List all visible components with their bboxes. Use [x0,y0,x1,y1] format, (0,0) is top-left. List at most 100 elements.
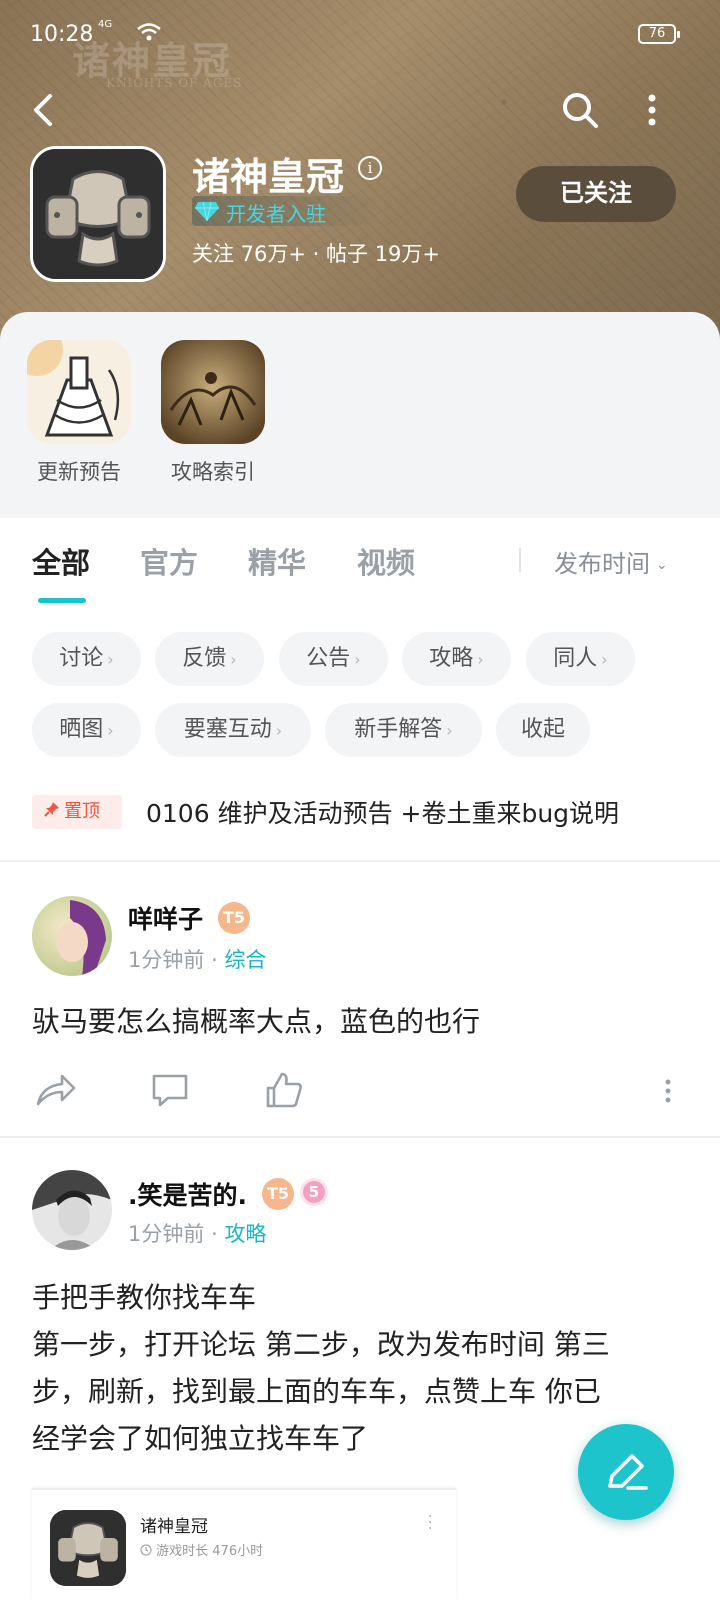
quick-entry-label: 攻略索引 [171,460,255,484]
post-body: 驮马要怎么搞概率大点，蓝色的也行 [32,1005,481,1038]
avatar[interactable] [32,896,112,976]
embedded-image[interactable]: 诸神皇冠 游戏时长 476小时 · · · [32,1488,456,1600]
chip-label: 攻略 [429,646,474,671]
info-icon[interactable]: i [358,156,382,180]
chip-discussion[interactable]: 讨论 › [32,632,141,686]
pinned-badge: 置顶 [32,795,122,829]
comment-icon[interactable] [148,1068,192,1112]
back-arrow-icon[interactable] [28,88,64,132]
meta-separator: · [211,1222,218,1246]
active-tab-indicator [38,598,86,603]
clock-icon [140,1544,152,1556]
post-time: 1分钟前 [128,1222,205,1246]
chip-screenshots[interactable]: 晒图 › [32,703,141,757]
search-icon[interactable] [558,88,602,132]
post-card[interactable]: 咩咩子 T5 1分钟前 · 综合 驮马要怎么搞概率大点，蓝色的也行 [0,864,720,1136]
feed-tabs: 全部 官方 精华 视频 发布时间 ⌄ [0,518,720,608]
game-icon [50,1510,126,1586]
pin-icon [44,802,59,817]
post-body: 手把手教你找车车 第一步，打开论坛 第二步，改为发布时间 第三 步，刷新，找到最… [32,1274,682,1462]
more-vertical-icon[interactable] [660,1068,676,1112]
chevron-right-icon: › [601,650,608,669]
share-icon[interactable] [34,1068,78,1112]
quick-entries: 更新预告 攻略索引 [0,312,720,518]
developer-badge-label: 开发者入驻 [226,202,326,226]
embed-playtime: 游戏时长 476小时 [140,1540,263,1559]
level-badge: T5 [262,1178,294,1210]
quick-entry-guide-index[interactable]: 攻略索引 [158,340,268,486]
sort-dropdown[interactable]: 发布时间 ⌄ [554,544,668,579]
sort-label: 发布时间 [554,550,650,578]
chevron-right-icon: › [230,650,237,669]
pinned-badge-label: 置顶 [64,801,100,822]
chip-feedback[interactable]: 反馈 › [155,632,264,686]
chip-collapse[interactable]: 收起 [496,703,590,757]
more-vertical-icon[interactable] [636,88,668,132]
chip-label: 公告 [306,646,351,671]
honor-badge: 5 [300,1178,328,1206]
status-time: 10:28 [30,22,94,47]
chevron-down-icon: ⌄ [656,557,668,573]
game-title: 诸神皇冠 [192,155,345,199]
follow-post-stats: 关注 76万+ · 帖子 19万+ [192,242,441,266]
tab-official[interactable]: 官方 [140,540,198,582]
pinned-title: 0106 维护及活动预告 +卷土重来bug说明 [146,799,620,828]
tab-all[interactable]: 全部 [32,540,90,582]
status-bar: 10:28 4G 76 [0,0,720,70]
game-header: 诸神皇冠 KNIGHTS OF AGES 10:28 4G 76 诸神皇冠 i … [0,0,720,340]
meta-separator: · [211,948,218,972]
chip-guide[interactable]: 攻略 › [402,632,511,686]
chip-label: 要塞互动 [183,717,272,742]
quick-entry-update-preview[interactable]: 更新预告 [24,340,134,486]
post-body-line: 第一步，打开论坛 第二步，改为发布时间 第三 [32,1328,610,1361]
post-time: 1分钟前 [128,948,205,972]
post-meta: 1分钟前 · 攻略 [128,1218,266,1248]
update-preview-thumbnail [27,340,131,444]
battery-level: 76 [648,26,666,41]
chip-fanwork[interactable]: 同人 › [526,632,635,686]
chip-newbie-qa[interactable]: 新手解答 › [325,703,482,757]
developer-badge[interactable]: 开发者入驻 [192,196,380,226]
chip-label: 反馈 [182,646,227,671]
chip-announcement[interactable]: 公告 › [279,632,388,686]
post-category[interactable]: 综合 [224,948,266,972]
chevron-right-icon: › [446,721,453,740]
chevron-right-icon: › [477,650,484,669]
chevron-right-icon: › [107,721,114,740]
chip-fortress-interaction[interactable]: 要塞互动 › [155,703,311,757]
like-icon[interactable] [262,1068,306,1112]
tab-divider [519,548,521,572]
pinned-post[interactable]: 置顶 0106 维护及活动预告 +卷土重来bug说明 [0,786,720,862]
chip-label: 收起 [520,717,565,742]
armor-icon [33,149,163,279]
embed-game-name: 诸神皇冠 [140,1517,208,1537]
post-category[interactable]: 攻略 [224,1222,266,1246]
avatar[interactable] [32,1170,112,1250]
chip-label: 同人 [553,646,598,671]
chip-label: 新手解答 [354,717,443,742]
post-body-line: 手把手教你找车车 [32,1281,257,1314]
tab-featured[interactable]: 精华 [248,540,306,582]
embed-playtime-text: 游戏时长 476小时 [156,1544,264,1559]
quick-entry-label: 更新预告 [37,460,121,484]
post-meta: 1分钟前 · 综合 [128,944,266,974]
compose-button[interactable] [578,1424,674,1520]
diamond-icon [195,201,219,222]
tab-video[interactable]: 视频 [357,540,415,582]
level-badge: T5 [218,902,250,934]
chip-label: 讨论 [59,646,104,671]
post-body-line: 步，刷新，找到最上面的车车，点赞上车 你已 [32,1375,601,1408]
chevron-right-icon: › [354,650,361,669]
chevron-right-icon: › [275,721,283,740]
chip-label: 晒图 [59,717,104,742]
pen-icon [608,1454,648,1490]
guide-index-thumbnail [161,340,265,444]
post-divider [0,1136,720,1138]
game-icon[interactable] [30,146,166,282]
username[interactable]: .笑是苦的. [128,1176,247,1212]
username[interactable]: 咩咩子 [128,900,203,936]
network-indicator: 4G [98,19,113,30]
follow-button[interactable]: 已关注 [516,166,676,222]
battery-icon: 76 [638,24,680,44]
more-vertical-icon: · · · [428,1509,433,1537]
